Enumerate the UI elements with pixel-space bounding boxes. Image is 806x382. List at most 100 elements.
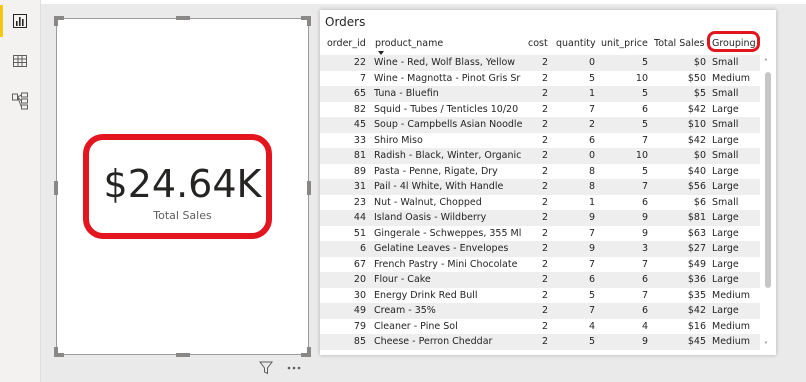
cell-product-name: Tuna - Bluefin bbox=[374, 88, 439, 99]
cell-grouping: Medium bbox=[712, 72, 750, 84]
cell-order-id: 45 bbox=[353, 119, 366, 130]
resize-handle-top[interactable] bbox=[176, 16, 190, 20]
table-row[interactable]: 22 Wine - Red, Wolf Blass, Yellow 2 0 5 $0 Sma… bbox=[320, 55, 760, 71]
cell-quantity: 9 bbox=[588, 243, 595, 254]
cell-unit-price: 9 bbox=[641, 212, 648, 223]
column-header-total-sales[interactable]: Total Sales bbox=[654, 38, 705, 49]
cell-cost: 2 bbox=[541, 196, 548, 208]
cell-order-id: 23 bbox=[353, 196, 366, 208]
cell-grouping: Large bbox=[712, 274, 739, 285]
cell-total-sales: $6 bbox=[693, 196, 706, 208]
cell-order-id: 20 bbox=[353, 274, 366, 285]
table-row[interactable]: 44 Island Oasis - Wildberry 2 9 9 $81 Large bbox=[320, 210, 760, 226]
cell-cost: 2 bbox=[541, 165, 548, 177]
kpi-label: Total Sales bbox=[153, 209, 212, 222]
cell-product-name: Nut - Walnut, Chopped bbox=[374, 196, 482, 208]
cell-quantity: 1 bbox=[588, 196, 595, 208]
table-row[interactable]: 67 French Pastry - Mini Chocolate 2 7 7 $49 La… bbox=[320, 257, 760, 273]
cell-cost: 2 bbox=[541, 88, 548, 99]
cell-cost: 2 bbox=[541, 72, 548, 84]
table-row[interactable]: 31 Pail - 4l White, With Handle 2 8 7 $56 Larg… bbox=[320, 179, 760, 195]
bar-chart-icon bbox=[13, 14, 27, 28]
table-row[interactable]: 49 Cream - 35% 2 7 6 $42 Large bbox=[320, 303, 760, 319]
cell-quantity: 5 bbox=[588, 336, 595, 347]
more-options-icon[interactable] bbox=[286, 365, 302, 371]
table-body: 22 Wine - Red, Wolf Blass, Yellow 2 0 5 $0 Sma… bbox=[320, 55, 760, 350]
cell-grouping: Large bbox=[712, 212, 739, 223]
cell-grouping: Small bbox=[712, 150, 739, 161]
resize-handle-bottom[interactable] bbox=[176, 353, 190, 357]
column-header-product-name[interactable]: product_name bbox=[375, 38, 443, 49]
cell-product-name: Cleaner - Pine Sol bbox=[374, 320, 458, 332]
cell-grouping: Large bbox=[712, 227, 739, 239]
cell-cost: 2 bbox=[541, 243, 548, 254]
model-view-button[interactable] bbox=[0, 82, 40, 120]
cell-product-name: Shiro Miso bbox=[374, 134, 423, 146]
cell-unit-price: 6 bbox=[641, 305, 648, 316]
table-row[interactable]: 82 Squid - Tubes / Tenticles 10/20 2 7 6 $42 L… bbox=[320, 102, 760, 118]
table-row[interactable]: 33 Shiro Miso 2 6 7 $42 Large bbox=[320, 133, 760, 149]
cell-order-id: 65 bbox=[353, 88, 366, 99]
table-row[interactable]: 23 Nut - Walnut, Chopped 2 1 6 $6 Small bbox=[320, 195, 760, 211]
cell-quantity: 6 bbox=[588, 274, 595, 285]
table-row[interactable]: 7 Wine - Magnotta - Pinot Gris Sr 2 5 10 $50 M… bbox=[320, 71, 760, 87]
cell-grouping: Small bbox=[712, 196, 739, 208]
cell-order-id: 79 bbox=[353, 320, 366, 332]
cell-quantity: 0 bbox=[588, 57, 595, 68]
table-row[interactable]: 81 Radish - Black, Winter, Organic 2 0 10 $0 S… bbox=[320, 148, 760, 164]
table-row[interactable]: 79 Cleaner - Pine Sol 2 4 4 $16 Medium bbox=[320, 319, 760, 335]
scroll-down-icon[interactable]: ˅ bbox=[764, 341, 768, 350]
orders-table-visual[interactable]: Orders order_id product_name cost quanti… bbox=[320, 10, 776, 355]
cell-quantity: 8 bbox=[588, 181, 595, 192]
cell-cost: 2 bbox=[541, 212, 548, 223]
kpi-value: $24.64K bbox=[103, 162, 262, 206]
cell-order-id: 82 bbox=[353, 103, 366, 115]
table-row[interactable]: 65 Tuna - Bluefin 2 1 5 $5 Small bbox=[320, 86, 760, 102]
cell-total-sales: $0 bbox=[693, 150, 706, 161]
cell-cost: 2 bbox=[541, 150, 548, 161]
cell-grouping: Small bbox=[712, 88, 739, 99]
cell-quantity: 5 bbox=[588, 72, 595, 84]
cell-quantity: 6 bbox=[588, 134, 595, 146]
table-row[interactable]: 20 Flour - Cake 2 6 6 $36 Large bbox=[320, 272, 760, 288]
cell-cost: 2 bbox=[541, 258, 548, 270]
cell-total-sales: $81 bbox=[687, 212, 706, 223]
cell-order-id: 89 bbox=[353, 165, 366, 177]
table-row[interactable]: 6 Gelatine Leaves - Envelopes 2 9 3 $27 Large bbox=[320, 241, 760, 257]
card-visual[interactable]: $24.64K Total Sales bbox=[54, 16, 311, 357]
filter-icon[interactable] bbox=[258, 360, 274, 376]
table-row[interactable]: 51 Gingerale - Schweppes, 355 Ml 2 7 9 $63 Lar… bbox=[320, 226, 760, 242]
report-view-button[interactable] bbox=[0, 2, 40, 40]
column-header-cost[interactable]: cost bbox=[528, 38, 548, 49]
resize-handle-bottom-left-v[interactable] bbox=[54, 347, 58, 357]
resize-handle-bottom-right-v[interactable] bbox=[307, 347, 311, 357]
vertical-scrollbar[interactable]: ˄ ˅ bbox=[764, 58, 772, 350]
scroll-thumb[interactable] bbox=[765, 72, 771, 288]
table-row[interactable]: 45 Soup - Campbells Asian Noodle 2 2 5 $10 Sma… bbox=[320, 117, 760, 133]
table-row[interactable]: 30 Energy Drink Red Bull 2 5 7 $35 Medium bbox=[320, 288, 760, 304]
cell-product-name: Island Oasis - Wildberry bbox=[374, 212, 487, 223]
cell-product-name: Wine - Magnotta - Pinot Gris Sr bbox=[374, 72, 521, 84]
cell-total-sales: $42 bbox=[687, 305, 706, 316]
cell-unit-price: 3 bbox=[641, 243, 648, 254]
table-row[interactable]: 89 Pasta - Penne, Rigate, Dry 2 8 5 $40 Large bbox=[320, 164, 760, 180]
column-header-unit-price[interactable]: unit_price bbox=[601, 38, 648, 49]
scroll-up-icon[interactable]: ˄ bbox=[764, 58, 768, 67]
cell-total-sales: $36 bbox=[687, 274, 706, 285]
cell-order-id: 6 bbox=[359, 243, 366, 254]
resize-handle-top-left-v[interactable] bbox=[54, 16, 58, 26]
cell-cost: 2 bbox=[541, 274, 548, 285]
cell-grouping: Small bbox=[712, 57, 739, 68]
cell-quantity: 5 bbox=[588, 289, 595, 301]
cell-grouping: Small bbox=[712, 119, 739, 130]
table-row[interactable]: 85 Cheese - Perron Cheddar 2 5 9 $45 Medium bbox=[320, 334, 760, 350]
resize-handle-top-right-v[interactable] bbox=[307, 16, 311, 26]
cell-unit-price: 5 bbox=[641, 88, 648, 99]
cell-cost: 2 bbox=[541, 320, 548, 332]
cell-total-sales: $27 bbox=[687, 243, 706, 254]
cell-quantity: 1 bbox=[588, 88, 595, 99]
data-view-button[interactable] bbox=[0, 42, 40, 80]
column-header-quantity[interactable]: quantity bbox=[556, 38, 596, 49]
cell-grouping: Medium bbox=[712, 336, 750, 347]
column-header-order-id[interactable]: order_id bbox=[327, 38, 366, 49]
